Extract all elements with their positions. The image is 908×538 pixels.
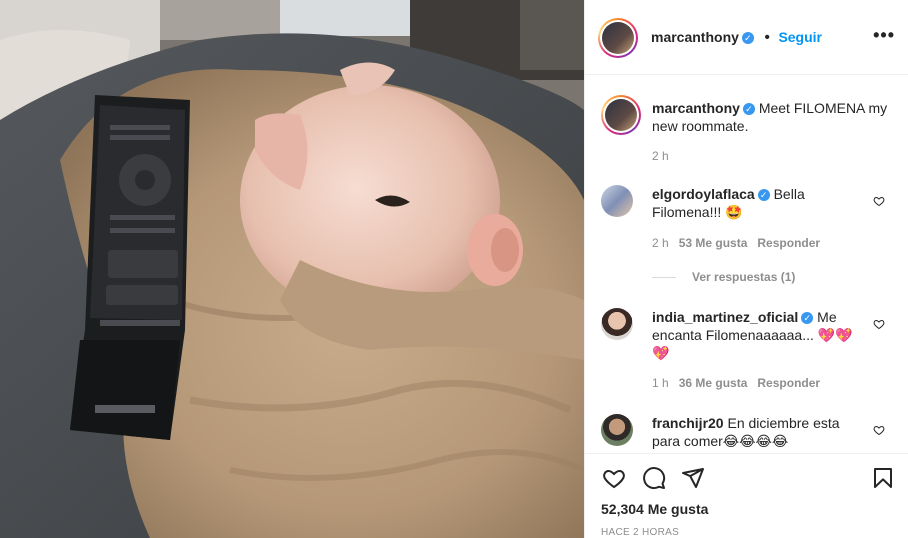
share-icon[interactable] (680, 466, 706, 490)
reply-button[interactable]: Responder (757, 236, 820, 250)
comment-like-icon[interactable] (873, 424, 885, 436)
caption-time[interactable]: 2 h (652, 149, 669, 163)
commenter-username[interactable]: elgordoylaflaca (652, 186, 755, 202)
caption-username[interactable]: marcanthony (652, 100, 740, 116)
commenter-username[interactable]: franchijr20 (652, 415, 724, 431)
verified-badge-icon: ✓ (801, 312, 814, 325)
save-icon[interactable] (871, 466, 895, 490)
view-replies-button[interactable]: Ver respuestas (1) (652, 270, 795, 284)
comment-like-icon[interactable] (873, 195, 885, 207)
comment-icon[interactable] (641, 466, 667, 490)
posted-time[interactable]: HACE 2 HORAS (601, 527, 679, 538)
verified-badge-icon: ✓ (757, 189, 770, 202)
pig-photo-illustration (0, 0, 584, 538)
comment-likes[interactable]: 36 Me gusta (679, 376, 748, 390)
post-header: marcanthony ✓ • Seguir ••• (585, 0, 908, 75)
post-photo[interactable] (0, 0, 584, 538)
commenter-username[interactable]: india_martinez_oficial (652, 309, 798, 325)
author-username[interactable]: marcanthony (651, 29, 739, 45)
commenter-avatar[interactable] (601, 414, 633, 446)
comment-time[interactable]: 1 h (652, 376, 669, 390)
comment-like-icon[interactable] (873, 318, 885, 330)
view-replies-label: Ver respuestas (1) (692, 270, 796, 284)
like-icon[interactable] (601, 466, 627, 490)
comments-list[interactable]: marcanthony ✓ Meet FILOMENA my new roomma… (585, 75, 908, 453)
verified-badge-icon: ✓ (741, 31, 754, 44)
post-actions: 52,304 Me gusta HACE 2 HORAS (585, 453, 908, 538)
likes-count[interactable]: 52,304 Me gusta (601, 501, 708, 517)
replies-divider (652, 277, 676, 279)
reply-button[interactable]: Responder (757, 376, 820, 390)
author-avatar[interactable] (598, 18, 638, 58)
commenter-avatar[interactable] (601, 185, 633, 217)
post-sidebar: marcanthony ✓ • Seguir ••• marcanthony ✓ M… (584, 0, 908, 538)
instagram-post-view: marcanthony ✓ • Seguir ••• marcanthony ✓ M… (0, 0, 908, 538)
verified-badge-icon: ✓ (742, 103, 755, 116)
more-options-icon[interactable]: ••• (873, 26, 895, 44)
separator-dot: • (764, 29, 770, 46)
comment-time[interactable]: 2 h (652, 236, 669, 250)
follow-button[interactable]: Seguir (778, 29, 822, 45)
comment-likes[interactable]: 53 Me gusta (679, 236, 748, 250)
caption-avatar[interactable] (601, 95, 641, 135)
commenter-avatar[interactable] (601, 308, 633, 340)
